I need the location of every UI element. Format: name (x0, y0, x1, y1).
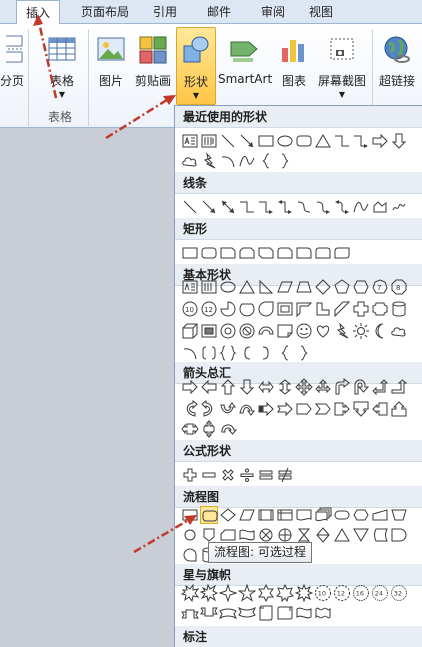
annotation-arrowhead-insert-tab (33, 14, 43, 26)
annotation-arrows (33, 14, 197, 554)
annotation-arrow-insert-tab (36, 17, 58, 99)
annotation-arrow-alternate-process (133, 516, 193, 554)
annotation-arrow-shapes-button (105, 96, 171, 140)
annotation-arrowhead-alternate-process (184, 515, 197, 525)
